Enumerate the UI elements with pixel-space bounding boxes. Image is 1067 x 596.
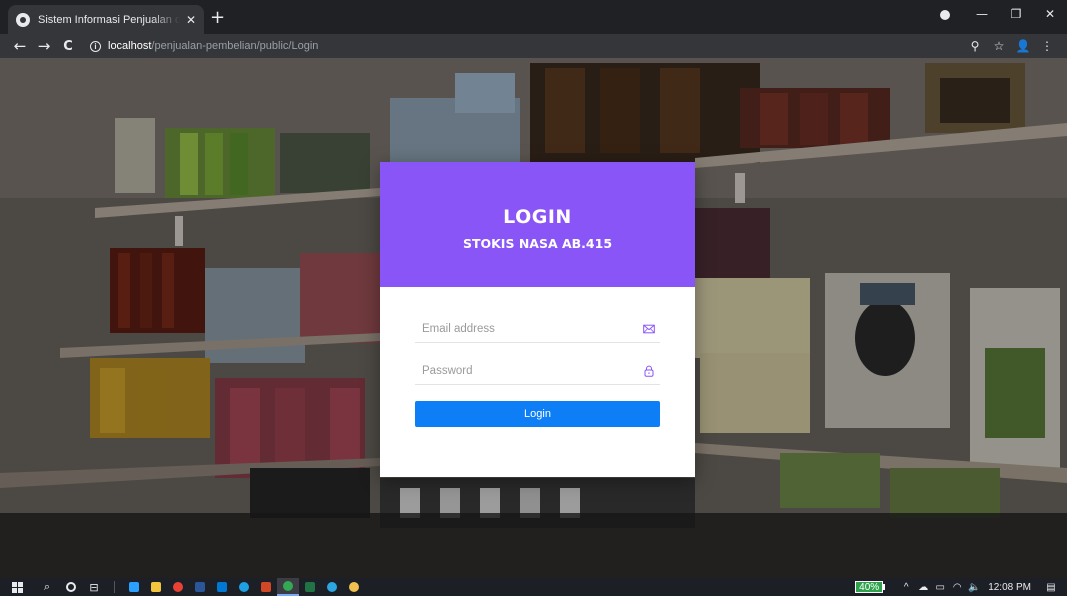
taskbar-app-word[interactable] [189, 578, 211, 596]
volume-icon[interactable]: 🔈 [967, 582, 981, 593]
display-icon[interactable]: ▭ [933, 582, 947, 593]
start-button[interactable] [6, 578, 28, 596]
windows-taskbar: ⌕ ⊟ 40% ^ ☁ ▭ ◠ 🔈 12:08 PM ▤ [0, 578, 1067, 596]
taskbar-app-l-app[interactable] [123, 578, 145, 596]
chevron-up-icon[interactable]: ^ [899, 582, 913, 593]
clock[interactable]: 12:08 PM [988, 582, 1031, 593]
minimize-button[interactable]: — [965, 0, 999, 28]
url-path: /penjualan-pembelian/public/Login [151, 40, 319, 52]
browser-tabbar: Sistem Informasi Penjualan dan Pembelian… [0, 0, 1067, 34]
menu-icon[interactable]: ⋮ [1035, 39, 1059, 53]
email-field-wrapper [415, 317, 660, 343]
login-button[interactable]: Login [415, 401, 660, 427]
notification-icon[interactable]: ▤ [1041, 582, 1061, 593]
chrome-active-icon [283, 581, 293, 591]
new-tab-button[interactable]: + [210, 8, 225, 28]
word-icon [195, 582, 205, 592]
email-input[interactable] [415, 317, 635, 341]
excel-icon [305, 582, 315, 592]
cortana-icon[interactable] [60, 578, 82, 596]
system-tray: 40% ^ ☁ ▭ ◠ 🔈 12:08 PM ▤ [855, 578, 1067, 596]
back-arrow-icon[interactable]: ← [8, 37, 32, 55]
restore-button[interactable]: ❐ [999, 0, 1033, 28]
battery-indicator[interactable]: 40% [855, 581, 884, 593]
window-controls: — ❐ ✕ [965, 0, 1067, 28]
taskbar-apps [123, 578, 365, 596]
profile-circle-icon[interactable] [940, 10, 950, 20]
taskbar-app-edge[interactable] [233, 578, 255, 596]
wifi-icon[interactable]: ◠ [950, 582, 964, 593]
taskbar-app-other-app[interactable] [343, 578, 365, 596]
lock-icon [644, 365, 654, 377]
powerpoint-icon [261, 582, 271, 592]
other-app-icon [349, 582, 359, 592]
login-subtitle: STOKIS NASA AB.415 [462, 236, 613, 251]
address-bar[interactable]: i localhost /penjualan-pembelian/public/… [90, 40, 318, 52]
taskbar-app-telegram[interactable] [321, 578, 343, 596]
login-form: Login [380, 287, 695, 427]
info-icon[interactable]: i [90, 40, 101, 52]
close-window-button[interactable]: ✕ [1033, 0, 1067, 28]
tab-title: Sistem Informasi Penjualan dan Pembelian [38, 13, 180, 26]
vscode-icon [217, 582, 227, 592]
edge-icon [239, 582, 249, 592]
profile-icon[interactable]: 👤 [1011, 39, 1035, 53]
page-viewport: LOGIN STOKIS NASA AB.415 Email address L… [0, 58, 1067, 578]
taskbar-app-chrome-active[interactable] [277, 578, 299, 596]
taskbar-app-chrome[interactable] [167, 578, 189, 596]
file-explorer-icon [151, 582, 161, 592]
globe-icon [16, 12, 30, 27]
reload-icon[interactable]: C [56, 39, 80, 54]
forward-arrow-icon[interactable]: → [32, 37, 56, 55]
task-view-icon[interactable]: ⊟ [82, 578, 106, 596]
chrome-icon [173, 582, 183, 592]
star-icon[interactable]: ☆ [987, 39, 1011, 53]
cloud-icon[interactable]: ☁ [916, 582, 930, 593]
taskbar-separator [114, 581, 115, 593]
windows-logo-icon [11, 581, 23, 593]
taskbar-app-vscode[interactable] [211, 578, 233, 596]
browser-toolbar: ← → C i localhost /penjualan-pembelian/p… [0, 34, 1067, 58]
login-card-header: LOGIN STOKIS NASA AB.415 [380, 162, 695, 287]
login-card: LOGIN STOKIS NASA AB.415 Email address L… [380, 162, 695, 477]
login-title: LOGIN [503, 206, 572, 228]
taskbar-app-file-explorer[interactable] [145, 578, 167, 596]
toolbar-actions: ⚲ ☆ 👤 ⋮ [963, 34, 1059, 58]
l-app-icon [129, 582, 139, 592]
envelope-icon [643, 324, 655, 334]
tab-login[interactable]: Sistem Informasi Penjualan dan Pembelian… [8, 5, 204, 34]
search-icon[interactable]: ⌕ [34, 578, 60, 596]
url-host: localhost [108, 40, 152, 52]
zoom-icon[interactable]: ⚲ [963, 39, 987, 53]
battery-tip [883, 584, 886, 590]
tab-close-icon[interactable]: ✕ [186, 13, 196, 27]
taskbar-app-powerpoint[interactable] [255, 578, 277, 596]
password-input[interactable] [415, 359, 635, 383]
telegram-icon [327, 582, 337, 592]
taskbar-app-excel[interactable] [299, 578, 321, 596]
password-field-wrapper [415, 359, 660, 385]
